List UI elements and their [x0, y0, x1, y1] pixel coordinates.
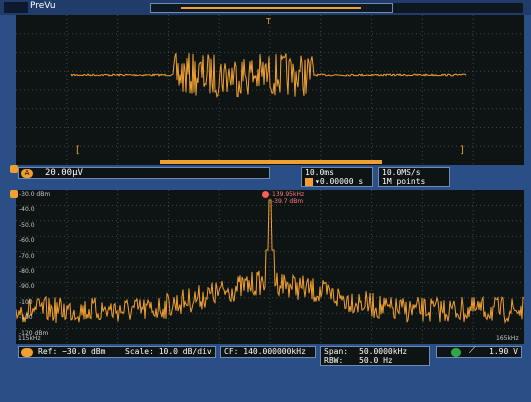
trigger-source-badge	[451, 348, 461, 357]
spectrum-channel-badge	[21, 348, 33, 357]
preview-label: PreVu	[30, 1, 56, 11]
time-domain-graticule[interactable]: T [ ]	[16, 15, 524, 165]
reference-level: Ref: −30.0 dBm	[38, 347, 106, 356]
center-frequency-readout[interactable]: CF: 140.000000kHz	[220, 346, 316, 358]
span-rbw-readout[interactable]: Span: 50.0000kHz RBW: 50.0 Hz	[320, 346, 430, 366]
y-tick-label: -30.0 dBm	[19, 191, 51, 198]
spectrum-plot	[16, 190, 524, 344]
spectrum-start-label: 115kHz	[18, 335, 41, 342]
acquisition-window-bar	[160, 160, 382, 164]
time-per-div: 10.0ms	[305, 168, 334, 177]
preview-badge	[4, 2, 28, 13]
right-bracket: ]	[460, 145, 464, 156]
y-tick-label: -40.0	[19, 206, 35, 214]
trigger-level: 1.90 V	[489, 347, 518, 356]
record-view-bar[interactable]	[150, 3, 393, 13]
y-tick-label: -90.0	[19, 283, 35, 291]
channel-scale-value: 20.00μV	[45, 168, 83, 178]
trigger-delay-badge	[305, 178, 313, 186]
record-view-window[interactable]	[181, 7, 361, 9]
y-tick-label: -80.0	[19, 268, 35, 275]
channel-badge: A	[21, 169, 33, 178]
trigger-position-marker[interactable]: T	[266, 17, 271, 26]
record-length: 1M points	[382, 177, 426, 186]
y-tick-label: -70.0	[19, 252, 35, 260]
trigger-readout[interactable]: ⟋ 1.90 V	[436, 346, 522, 358]
record-dark-right	[393, 3, 523, 13]
trigger-delay: ▾0.00000 s	[315, 177, 364, 186]
trigger-slope-icon: ⟋	[469, 346, 476, 356]
spectrum-stop-label: 165kHz	[496, 335, 519, 342]
preview-strip: PreVu	[0, 0, 531, 15]
channel-ground-marker[interactable]	[10, 165, 18, 173]
reference-level-readout[interactable]: Ref: −30.0 dBm Scale: 10.0 dB/div	[18, 346, 216, 358]
vertical-scale: Scale: 10.0 dB/div	[125, 347, 212, 356]
timebase-readout[interactable]: 10.0ms ▾0.00000 s	[301, 167, 373, 187]
acquisition-readout[interactable]: 10.0MS/s 1M points	[378, 167, 450, 187]
span-label: Span:	[324, 347, 349, 356]
sample-rate: 10.0MS/s	[382, 168, 421, 177]
rbw-value: 50.0 Hz	[359, 356, 393, 365]
marker-readout-icon	[262, 191, 269, 198]
left-bracket: [	[76, 145, 80, 156]
oscilloscope-screen: PreVu T [ ] A 20.00μV 10.0ms ▾0.00000 s …	[0, 0, 531, 402]
marker-frequency: 139.95kHz	[272, 191, 305, 198]
y-tick-label: -50.0	[19, 221, 35, 229]
marker-level: -39.7 dBm	[272, 198, 304, 205]
center-frequency: CF: 140.000000kHz	[224, 347, 306, 356]
span-value: 50.0000kHz	[359, 347, 408, 356]
spectrum-graticule[interactable]: -30.0 dBm -40.0 -50.0 -60.0 -70.0 -80.0 -90.0 -…	[16, 190, 524, 344]
spectrum-channel-marker[interactable]	[10, 190, 18, 198]
rbw-label: RBW:	[324, 356, 344, 365]
y-tick-label: -100	[19, 298, 33, 306]
y-tick-label: -110	[19, 314, 33, 322]
channel-scale-readout[interactable]: A 20.00μV	[18, 167, 270, 179]
y-tick-label: -60.0	[19, 237, 35, 245]
time-domain-plot	[16, 15, 524, 165]
